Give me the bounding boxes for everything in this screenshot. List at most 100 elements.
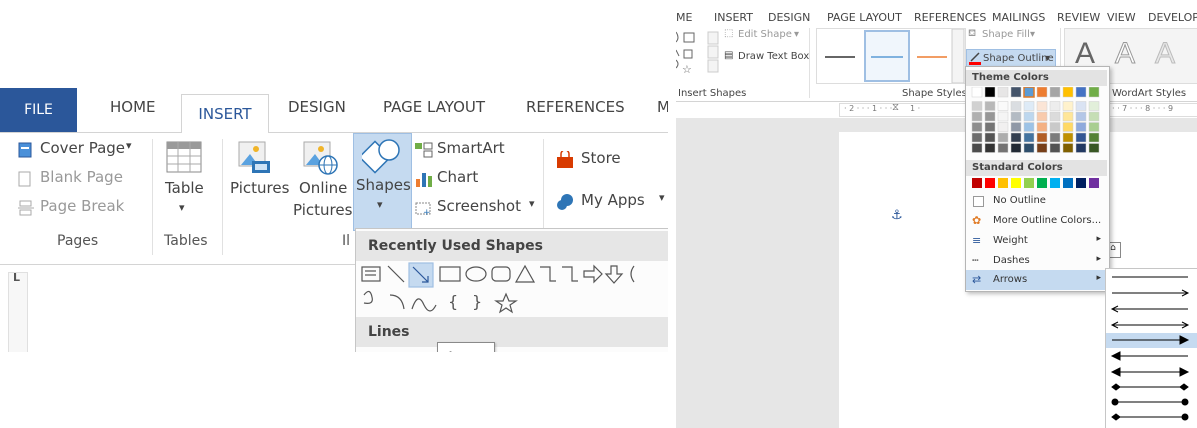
arrow-style-list[interactable]	[1106, 269, 1197, 428]
theme-color-swatch[interactable]	[997, 101, 1009, 111]
theme-color-swatch[interactable]	[1036, 101, 1048, 111]
standard-color-swatch[interactable]	[1089, 178, 1099, 188]
tab-references[interactable]: REFERENCES	[914, 11, 986, 24]
tab-design[interactable]: DESIGN	[768, 11, 810, 24]
cover-page-button[interactable]: Cover Page ▾	[18, 139, 143, 161]
theme-color-swatch[interactable]	[971, 111, 983, 122]
standard-color-swatch[interactable]	[1037, 178, 1047, 188]
edit-shape-button[interactable]: ⬚ Edit Shape ▾	[724, 28, 816, 44]
theme-color-swatch[interactable]	[971, 143, 983, 153]
theme-color-swatch[interactable]	[997, 111, 1009, 122]
standard-color-swatch[interactable]	[1063, 178, 1073, 188]
standard-color-swatch[interactable]	[1011, 178, 1021, 188]
theme-color-swatch[interactable]	[1010, 132, 1022, 143]
theme-color-swatch[interactable]	[1049, 87, 1061, 98]
tab-home[interactable]: ME	[676, 11, 692, 24]
theme-color-swatch[interactable]	[984, 101, 996, 111]
theme-color-swatch[interactable]	[1010, 122, 1022, 132]
theme-color-swatch[interactable]	[971, 122, 983, 132]
standard-color-swatch[interactable]	[985, 178, 995, 188]
theme-color-swatch[interactable]	[984, 132, 996, 143]
theme-color-swatch[interactable]	[1075, 111, 1087, 122]
theme-color-swatch[interactable]	[1023, 101, 1035, 111]
theme-color-swatch[interactable]	[1075, 143, 1087, 153]
theme-color-swatch[interactable]	[1036, 143, 1048, 153]
theme-color-swatch[interactable]	[984, 87, 996, 98]
insert-shapes-gallery[interactable]: ☆	[676, 28, 726, 78]
theme-color-swatch[interactable]	[997, 143, 1009, 153]
tab-view[interactable]: VIEW	[1107, 11, 1136, 24]
standard-color-row[interactable]	[966, 178, 1107, 190]
tab-page-layout[interactable]: PAGE LAYOUT	[383, 98, 485, 116]
theme-color-swatch[interactable]	[1023, 87, 1035, 98]
weight-item[interactable]: ≡ Weight ▸	[966, 231, 1107, 251]
theme-color-swatch[interactable]	[1075, 122, 1087, 132]
theme-color-swatch[interactable]	[1062, 143, 1074, 153]
theme-color-swatch[interactable]	[1010, 101, 1022, 111]
theme-color-swatch[interactable]	[1062, 132, 1074, 143]
theme-color-swatch[interactable]	[997, 87, 1009, 98]
shapes-button[interactable]: Shapes ▾	[353, 133, 412, 231]
dashes-item[interactable]: ┅ Dashes ▸	[966, 251, 1107, 271]
theme-color-swatch[interactable]	[1023, 122, 1035, 132]
standard-color-swatch[interactable]	[1076, 178, 1086, 188]
shape-style-gallery[interactable]	[816, 28, 966, 84]
tab-mailings[interactable]: MAILINGS	[992, 11, 1045, 24]
my-apps-button[interactable]: My Apps ▾	[556, 191, 668, 213]
theme-color-swatch[interactable]	[1023, 111, 1035, 122]
page-break-button[interactable]: Page Break	[18, 197, 143, 219]
theme-color-swatch[interactable]	[1075, 87, 1087, 98]
theme-color-swatch[interactable]	[1075, 132, 1087, 143]
theme-color-swatch[interactable]	[997, 122, 1009, 132]
theme-color-swatch[interactable]	[971, 132, 983, 143]
smartart-button[interactable]: SmartArt	[413, 139, 523, 161]
theme-color-swatch[interactable]	[1088, 122, 1100, 132]
theme-color-swatch[interactable]	[1036, 132, 1048, 143]
no-outline-item[interactable]: No Outline	[966, 191, 1107, 211]
theme-color-swatch[interactable]	[1062, 111, 1074, 122]
theme-color-swatch[interactable]	[1049, 122, 1061, 132]
tab-insert[interactable]: INSERT	[714, 11, 753, 24]
tab-file[interactable]: FILE	[0, 88, 77, 132]
theme-color-swatch[interactable]	[1088, 143, 1100, 153]
theme-color-swatch[interactable]	[1049, 132, 1061, 143]
standard-color-swatch[interactable]	[1050, 178, 1060, 188]
theme-color-swatch[interactable]	[1010, 111, 1022, 122]
theme-color-swatch[interactable]	[1036, 87, 1048, 98]
theme-color-swatch[interactable]	[1010, 87, 1022, 98]
chart-button[interactable]: Chart	[413, 168, 523, 190]
theme-color-swatch[interactable]	[971, 101, 983, 111]
theme-color-swatch[interactable]	[1075, 101, 1087, 111]
theme-color-swatch[interactable]	[984, 122, 996, 132]
tab-stop-selector[interactable]: L	[13, 271, 20, 284]
indent-marker-icon[interactable]: ⧖	[892, 102, 899, 113]
theme-color-swatch[interactable]	[1023, 132, 1035, 143]
theme-color-swatch[interactable]	[984, 143, 996, 153]
tab-insert[interactable]: INSERT	[181, 94, 269, 134]
tab-references[interactable]: REFERENCES	[526, 98, 625, 116]
tab-developer[interactable]: DEVELOP	[1148, 11, 1197, 24]
more-outline-colors-item[interactable]: ✿ More Outline Colors...	[966, 211, 1107, 231]
theme-color-swatch[interactable]	[1088, 111, 1100, 122]
tab-review[interactable]: REVIEW	[1057, 11, 1100, 24]
standard-color-swatch[interactable]	[972, 178, 982, 188]
theme-color-swatch[interactable]	[997, 132, 1009, 143]
online-pictures-button[interactable]: Online Pictures	[293, 137, 352, 225]
theme-color-swatch[interactable]	[1010, 143, 1022, 153]
theme-color-swatch[interactable]	[1036, 111, 1048, 122]
blank-page-button[interactable]: Blank Page	[18, 168, 143, 190]
tab-design[interactable]: DESIGN	[288, 98, 346, 116]
theme-color-swatch[interactable]	[1088, 101, 1100, 111]
screenshot-button[interactable]: + Screenshot ▾	[413, 197, 543, 219]
tab-more[interactable]: M	[657, 98, 668, 116]
shape-fill-button[interactable]: ⛾ Shape Fill ▾	[968, 28, 1058, 44]
standard-color-swatch[interactable]	[1024, 178, 1034, 188]
theme-color-swatch[interactable]	[1062, 87, 1074, 98]
theme-color-swatch[interactable]	[1049, 111, 1061, 122]
theme-color-swatch[interactable]	[1036, 122, 1048, 132]
table-button[interactable]: Table ▾	[160, 137, 210, 225]
theme-color-swatch[interactable]	[1062, 122, 1074, 132]
theme-color-swatch[interactable]	[984, 111, 996, 122]
theme-color-swatch[interactable]	[1088, 87, 1100, 98]
store-button[interactable]: Store	[556, 149, 666, 171]
